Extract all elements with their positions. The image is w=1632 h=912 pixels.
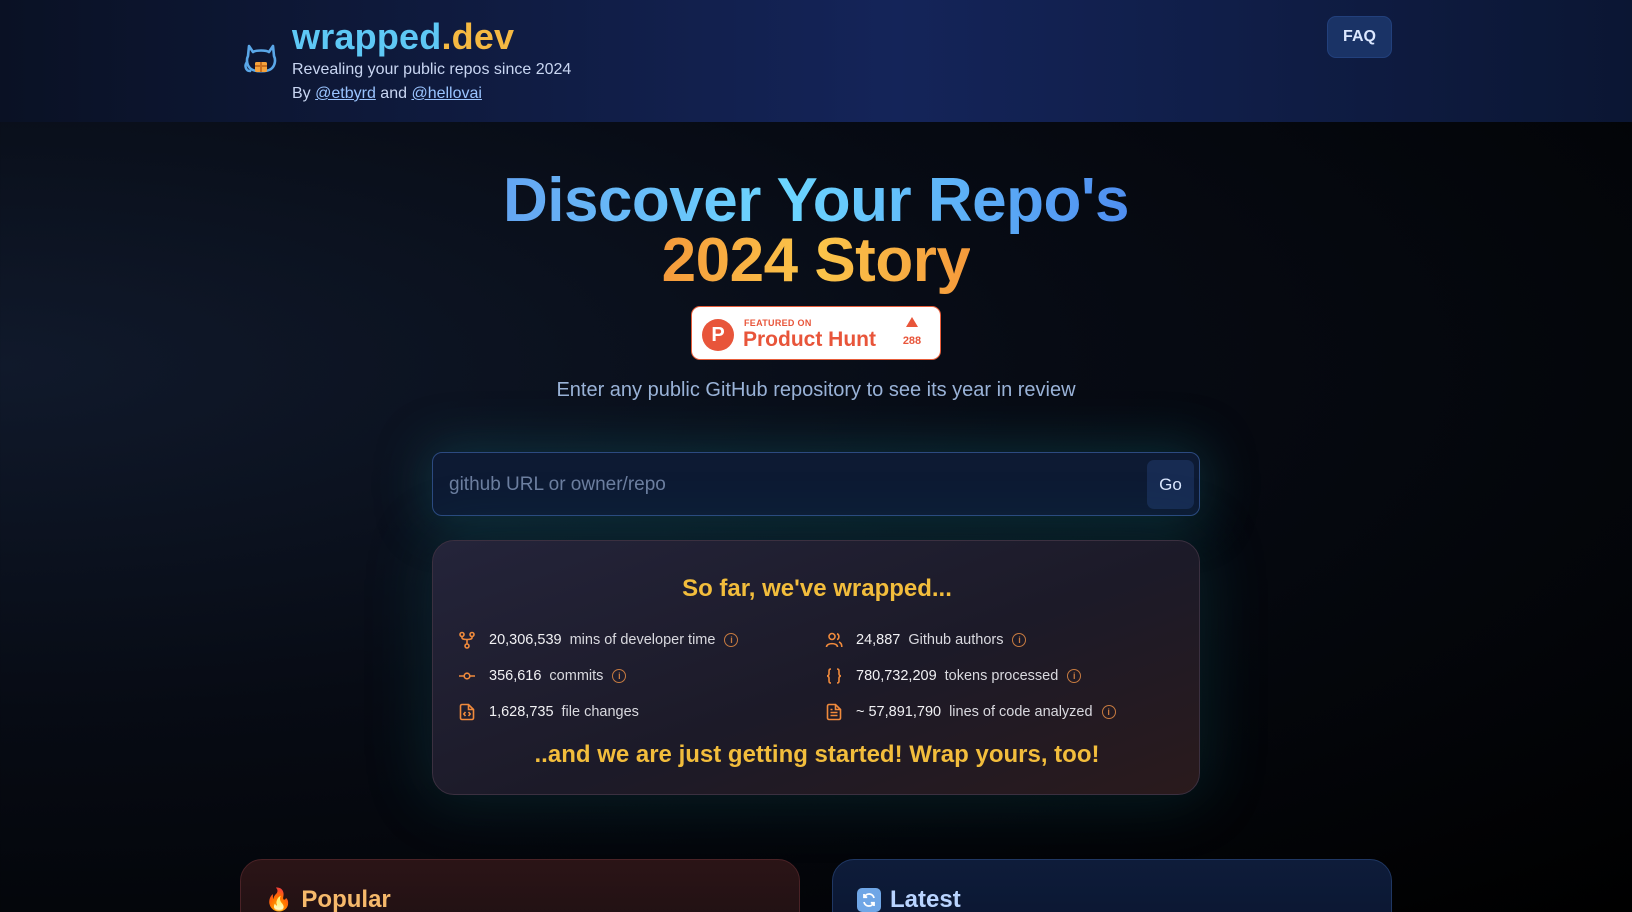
product-hunt-name: Product Hunt [743, 328, 876, 351]
hero-subtitle: Enter any public GitHub repository to se… [556, 379, 1076, 401]
stat-lines-of-code: ~ 57,891,790 lines of code analyzed i [824, 701, 1116, 723]
faq-button[interactable]: FAQ [1327, 16, 1392, 58]
product-hunt-logo-icon: P [702, 319, 734, 351]
latest-panel: Latest [832, 859, 1392, 912]
braces-icon [824, 666, 844, 686]
brand-tld: .dev [441, 16, 515, 57]
stats-footer: ..and we are just getting started! Wrap … [534, 741, 1100, 768]
info-icon[interactable]: i [1067, 669, 1082, 683]
and-text: and [380, 85, 407, 102]
repo-search-form: Go [432, 452, 1200, 516]
stats-title: So far, we've wrapped... [682, 575, 952, 602]
go-button[interactable]: Go [1147, 460, 1194, 509]
octocat-gift-icon[interactable] [241, 38, 281, 78]
tagline: Revealing your public repos since 2024 [292, 61, 572, 78]
latest-panel-title: Latest [857, 886, 961, 912]
by-prefix: By [292, 85, 311, 102]
git-commit-icon [457, 666, 477, 686]
info-icon[interactable]: i [612, 669, 627, 683]
git-fork-icon [457, 630, 477, 650]
brand-wordmark[interactable]: wrapped.dev [292, 16, 514, 58]
stat-developer-time: 20,306,539 mins of developer time i [457, 629, 739, 651]
author-link-hellovai[interactable]: @hellovai [411, 85, 482, 102]
upvote-count: 288 [902, 335, 922, 347]
author-link-etbyrd[interactable]: @etbyrd [315, 85, 376, 102]
info-icon[interactable]: i [724, 633, 739, 647]
fire-icon: 🔥 [265, 887, 293, 912]
brand-main: wrapped [292, 16, 442, 57]
hero-title-line2: 2024 Story [661, 226, 971, 295]
info-icon[interactable]: i [1012, 633, 1027, 647]
repo-search-input[interactable] [449, 467, 1129, 503]
file-text-icon [824, 702, 844, 722]
popular-panel-title: 🔥 Popular [265, 886, 391, 912]
upvote-arrow-icon [906, 317, 918, 327]
popular-panel: 🔥 Popular [240, 859, 800, 912]
stat-tokens-processed: 780,732,209 tokens processed i [824, 665, 1082, 687]
site-header: wrapped.dev Revealing your public repos … [0, 0, 1632, 122]
stat-file-changes: 1,628,735 file changes [457, 701, 639, 723]
users-icon [824, 630, 844, 650]
stat-commits: 356,616 commits i [457, 665, 627, 687]
byline: By @etbyrd and @hellovai [292, 84, 482, 104]
refresh-icon [857, 888, 881, 912]
file-code-icon [457, 702, 477, 722]
product-hunt-featured-label: FEATURED ON [744, 318, 812, 328]
info-icon[interactable]: i [1101, 705, 1116, 719]
stats-card: So far, we've wrapped... 20,306,539 mins… [432, 540, 1200, 795]
stat-github-authors: 24,887 Github authors i [824, 629, 1027, 651]
product-hunt-badge[interactable]: P FEATURED ON Product Hunt 288 [691, 306, 941, 360]
